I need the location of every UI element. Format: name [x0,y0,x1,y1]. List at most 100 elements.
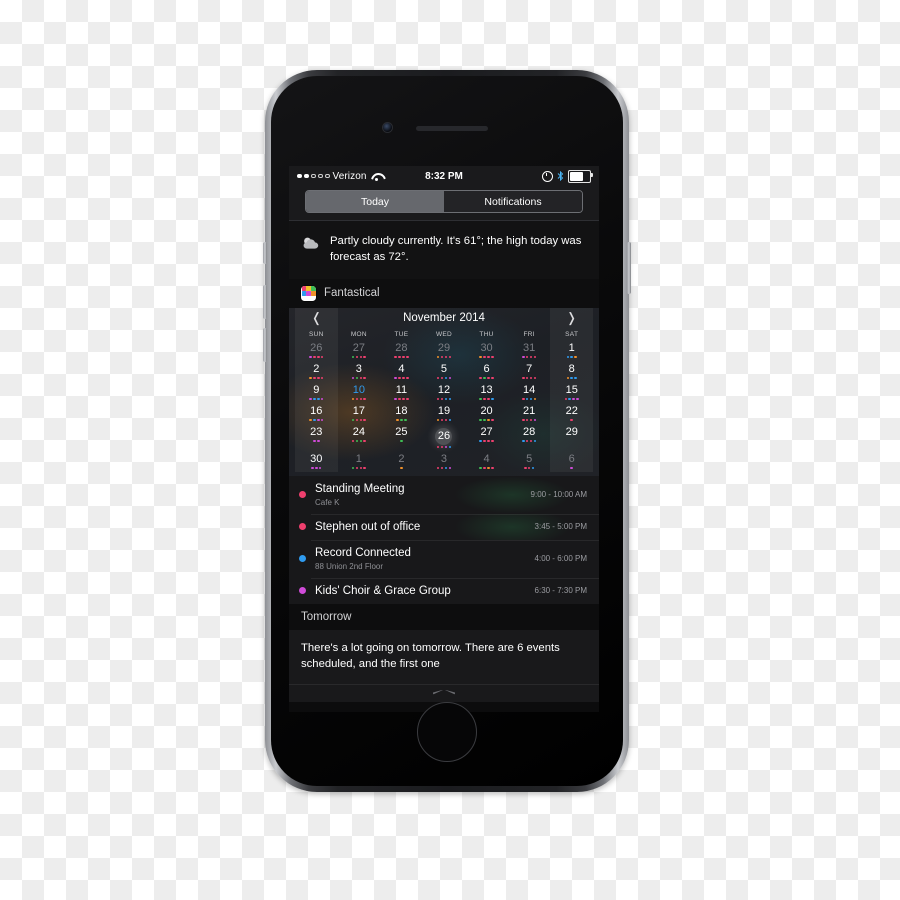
today-highlight: 26 [435,427,453,445]
calendar-day-30[interactable]: 30 [295,451,338,472]
power-button[interactable] [627,242,631,294]
event-dot [359,397,363,401]
calendar-day-28[interactable]: 28 [380,340,423,361]
event-dot [405,376,409,380]
event-dots [423,445,466,450]
event-dot [351,418,355,422]
day-number: 30 [480,341,493,354]
calendar-day-19[interactable]: 19 [423,403,466,424]
event-dots [508,466,551,471]
calendar-day-29[interactable]: 29 [550,424,593,451]
calendar-day-27[interactable]: 27 [465,424,508,451]
event-dot [436,466,440,470]
event-dot [316,376,320,380]
calendar-day-20[interactable]: 20 [465,403,508,424]
weekday-tue: TUE [394,330,409,338]
event-dots [380,355,423,360]
calendar-widget: ❬ November 2014 ❭ SUN MON TUE WED THU FRI SAT … [289,307,599,476]
event-dot [523,466,527,470]
calendar-day-31[interactable]: 31 [508,340,551,361]
event-dots [508,397,551,402]
event-dot [320,376,324,380]
event-dot [398,355,401,359]
tab-today[interactable]: Today [306,191,444,212]
calendar-day-3[interactable]: 3 [338,361,381,382]
event-color-dot [299,587,306,595]
calendar-day-13[interactable]: 13 [465,382,508,403]
calendar-day-14[interactable]: 14 [508,382,551,403]
event-dot [487,355,490,359]
calendar-day-2[interactable]: 2 [380,451,423,472]
fantastical-widget-header[interactable]: Fantastical [289,278,599,308]
calendar-day-29[interactable]: 29 [423,340,466,361]
calendar-day-3[interactable]: 3 [423,451,466,472]
event-dot [359,355,363,359]
event-dot [400,418,403,422]
calendar-day-30[interactable]: 30 [465,340,508,361]
calendar-day-25[interactable]: 25 [380,424,423,451]
calendar-day-24[interactable]: 24 [338,424,381,451]
event-dot [314,466,318,470]
event-dot [351,355,355,359]
day-number: 16 [310,404,323,417]
calendar-day-1[interactable]: 1 [550,340,593,361]
event-dot [491,439,494,443]
calendar-day-7[interactable]: 7 [508,361,551,382]
calendar-day-17[interactable]: 17 [338,403,381,424]
calendar-day-21[interactable]: 21 [508,403,551,424]
front-camera-icon [383,123,392,132]
calendar-day-grid[interactable]: 26 27 28 29 30 31 1 2 3 4 5 6 7 8 9 10 11 12 13 14 15 16 17 18 1… [295,340,593,472]
volume-up-button[interactable] [263,285,267,319]
calendar-day-28[interactable]: 28 [508,424,551,451]
calendar-day-5[interactable]: 5 [423,361,466,382]
event-dot [359,439,363,443]
cellular-signal-icon [297,173,330,179]
calendar-day-5[interactable]: 5 [508,451,551,472]
event-text: Stephen out of office [315,520,527,534]
calendar-day-8[interactable]: 8 [550,361,593,382]
event-dot [440,418,444,422]
day-number: 18 [395,404,408,417]
weather-widget[interactable]: Partly cloudy currently. It's 61°; the h… [289,221,599,279]
calendar-day-12[interactable]: 12 [423,382,466,403]
event-dot [525,376,529,380]
volume-down-button[interactable] [263,328,267,362]
calendar-day-26[interactable]: 26 [423,424,466,451]
event-row[interactable]: Standing Meeting Cafe K 9:00 - 10:00 AM [289,476,599,514]
event-row[interactable]: Kids' Choir & Grace Group 6:30 - 7:30 PM [289,577,599,604]
calendar-day-1[interactable]: 1 [338,451,381,472]
pull-handle[interactable] [289,683,599,702]
event-dot [351,397,355,401]
segmented-control[interactable]: Today Notifications [305,190,583,213]
calendar-day-10[interactable]: 10 [338,382,381,403]
calendar-day-16[interactable]: 16 [295,403,338,424]
calendar-day-26[interactable]: 26 [295,340,338,361]
calendar-day-18[interactable]: 18 [380,403,423,424]
calendar-day-4[interactable]: 4 [380,361,423,382]
event-dots [380,466,423,471]
calendar-day-11[interactable]: 11 [380,382,423,403]
event-text: Kids' Choir & Grace Group [315,584,527,598]
event-dot [522,397,525,401]
tab-notifications[interactable]: Notifications [444,191,582,212]
calendar-day-15[interactable]: 15 [550,382,593,403]
calendar-day-22[interactable]: 22 [550,403,593,424]
day-number: 30 [310,452,323,465]
event-dot [444,466,448,470]
mute-switch[interactable] [263,242,267,264]
event-dots [338,439,381,444]
event-dot [405,397,409,401]
calendar-day-27[interactable]: 27 [338,340,381,361]
calendar-day-4[interactable]: 4 [465,451,508,472]
event-row[interactable]: Stephen out of office 3:45 - 5:00 PM [289,513,599,540]
calendar-day-2[interactable]: 2 [295,361,338,382]
bluetooth-icon [557,171,564,181]
event-dot [405,355,409,359]
calendar-day-6[interactable]: 6 [550,451,593,472]
event-row[interactable]: Record Connected 88 Union 2nd Floor 4:00 -… [289,539,599,578]
calendar-day-23[interactable]: 23 [295,424,338,451]
event-dot [533,397,537,401]
calendar-day-6[interactable]: 6 [465,361,508,382]
calendar-day-9[interactable]: 9 [295,382,338,403]
home-button[interactable] [417,702,477,762]
